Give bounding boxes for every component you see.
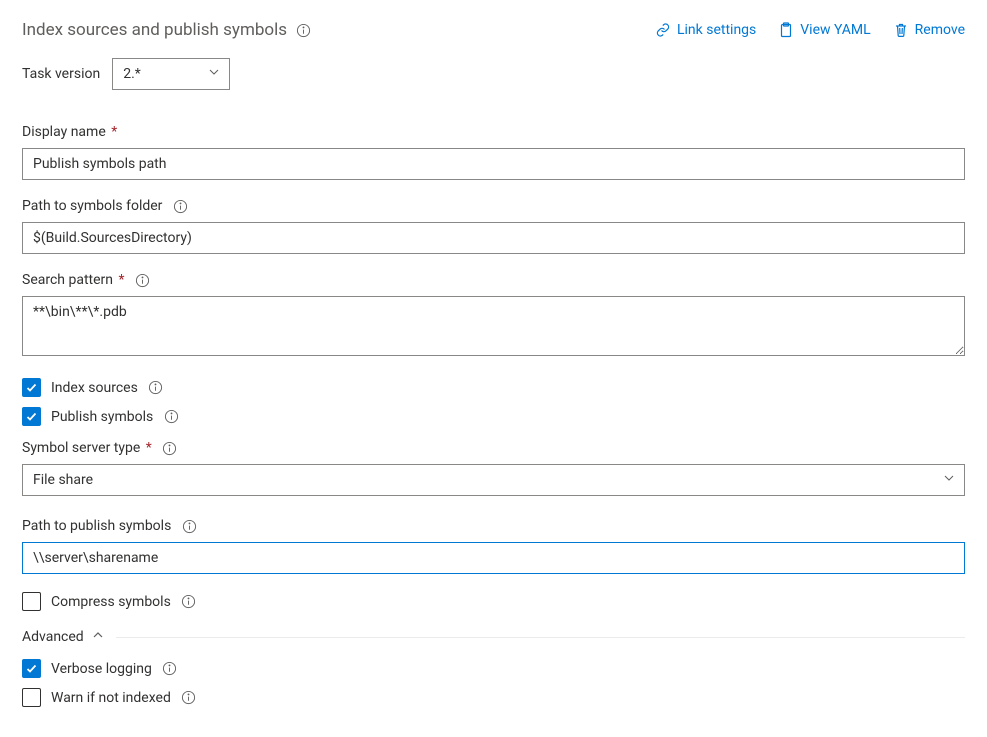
publish-symbols-label: Publish symbols — [51, 409, 153, 425]
link-icon — [655, 22, 671, 38]
header-actions: Link settings View YAML Remove — [655, 22, 965, 38]
info-icon[interactable] — [181, 690, 197, 706]
remove-button[interactable]: Remove — [893, 22, 965, 38]
header: Index sources and publish symbols Link s… — [22, 20, 965, 40]
advanced-section-header[interactable]: Advanced — [22, 629, 965, 645]
info-icon[interactable] — [181, 594, 197, 610]
info-icon[interactable] — [162, 661, 178, 677]
compress-symbols-checkbox[interactable] — [22, 592, 41, 611]
display-name-group: Display name * — [22, 124, 965, 180]
task-version-label: Task version — [22, 66, 100, 82]
verbose-logging-label: Verbose logging — [51, 661, 152, 677]
compress-symbols-label: Compress symbols — [51, 594, 171, 610]
remove-label: Remove — [915, 22, 965, 38]
path-symbols-folder-group: Path to symbols folder — [22, 198, 965, 254]
path-symbols-folder-input[interactable] — [22, 222, 965, 254]
task-version-select[interactable]: 2.* — [112, 58, 230, 90]
symbol-server-type-group: Symbol server type * File share — [22, 440, 965, 496]
trash-icon — [893, 22, 909, 38]
divider — [116, 637, 965, 638]
page-title: Index sources and publish symbols — [22, 20, 311, 40]
index-sources-row: Index sources — [22, 378, 965, 397]
page-title-text: Index sources and publish symbols — [22, 20, 287, 40]
info-icon[interactable] — [162, 440, 178, 456]
publish-symbols-row: Publish symbols — [22, 407, 965, 426]
symbol-server-type-label: Symbol server type * — [22, 440, 965, 456]
symbol-server-type-select[interactable]: File share — [22, 464, 965, 496]
info-icon[interactable] — [172, 198, 188, 214]
symbol-server-type-select-wrapper: File share — [22, 464, 965, 496]
view-yaml-button[interactable]: View YAML — [778, 22, 870, 38]
link-settings-label: Link settings — [677, 22, 756, 38]
path-publish-symbols-input[interactable] — [22, 542, 965, 574]
required-marker: * — [108, 124, 118, 140]
index-sources-checkbox[interactable] — [22, 378, 41, 397]
search-pattern-label: Search pattern * — [22, 272, 965, 288]
info-icon[interactable] — [295, 22, 311, 38]
compress-symbols-row: Compress symbols — [22, 592, 965, 611]
chevron-up-icon — [92, 629, 104, 645]
warn-not-indexed-checkbox[interactable] — [22, 688, 41, 707]
verbose-logging-checkbox[interactable] — [22, 659, 41, 678]
display-name-label: Display name * — [22, 124, 965, 140]
info-icon[interactable] — [148, 380, 164, 396]
info-icon[interactable] — [163, 409, 179, 425]
path-publish-symbols-label: Path to publish symbols — [22, 518, 965, 534]
warn-not-indexed-row: Warn if not indexed — [22, 688, 965, 707]
required-marker: * — [142, 440, 152, 456]
verbose-logging-row: Verbose logging — [22, 659, 965, 678]
info-icon[interactable] — [135, 272, 151, 288]
warn-not-indexed-label: Warn if not indexed — [51, 690, 171, 706]
search-pattern-input[interactable] — [22, 296, 965, 356]
view-yaml-label: View YAML — [800, 22, 870, 38]
advanced-title: Advanced — [22, 629, 84, 645]
search-pattern-group: Search pattern * — [22, 272, 965, 360]
index-sources-label: Index sources — [51, 380, 138, 396]
display-name-input[interactable] — [22, 148, 965, 180]
link-settings-button[interactable]: Link settings — [655, 22, 756, 38]
clipboard-icon — [778, 22, 794, 38]
task-version-row: Task version 2.* — [22, 58, 965, 90]
path-symbols-folder-label: Path to symbols folder — [22, 198, 965, 214]
path-publish-symbols-group: Path to publish symbols — [22, 518, 965, 574]
task-version-select-wrapper: 2.* — [112, 58, 230, 90]
publish-symbols-checkbox[interactable] — [22, 407, 41, 426]
required-marker: * — [115, 272, 125, 288]
info-icon[interactable] — [181, 518, 197, 534]
